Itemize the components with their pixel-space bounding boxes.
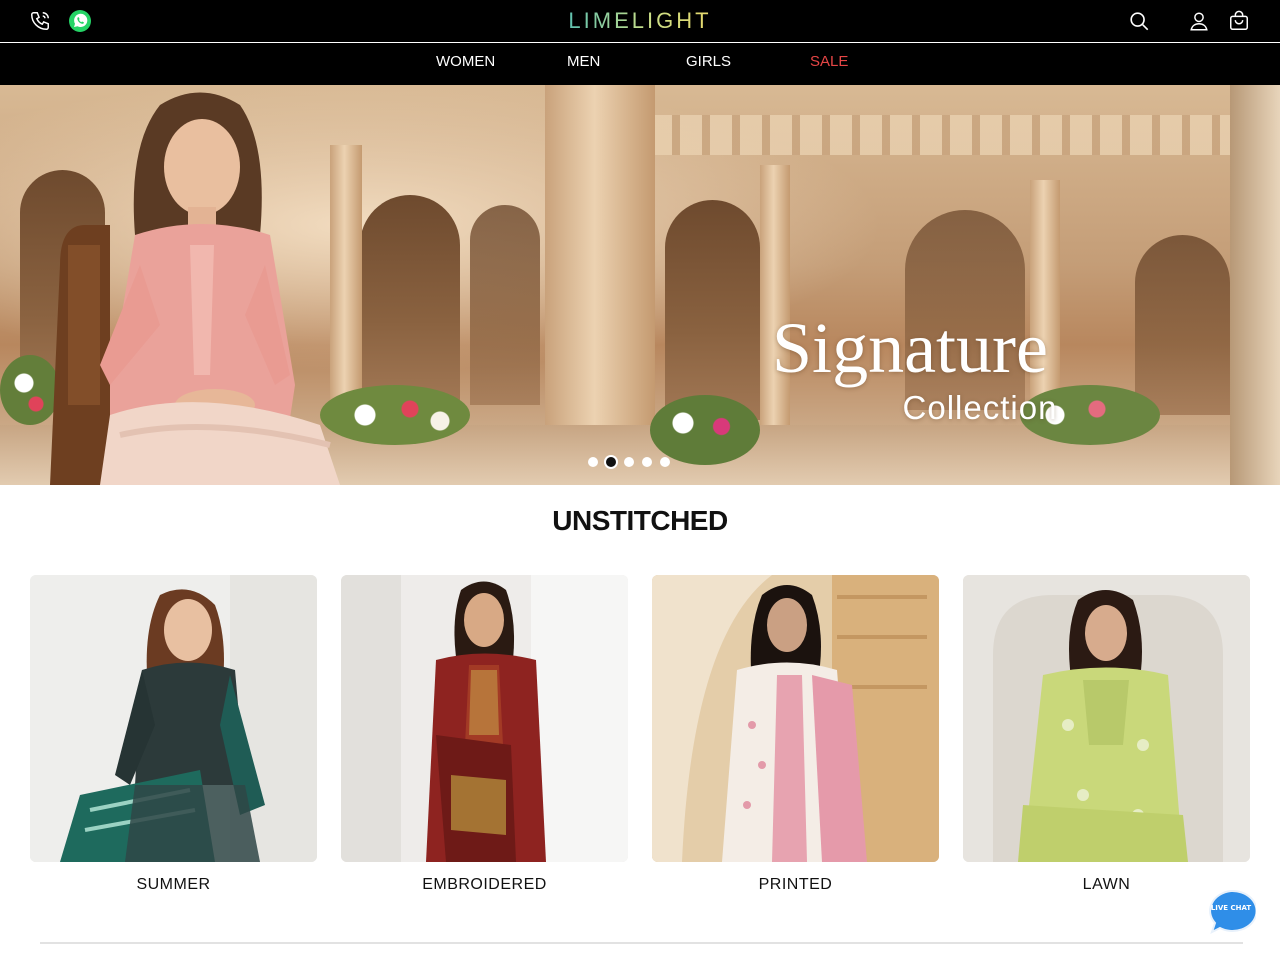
chat-bubble-icon [1209, 889, 1258, 934]
hero-arch [360, 195, 460, 405]
brand-logo-text: LIMELIGHT [568, 8, 712, 33]
hero-banner[interactable]: Signature Collection [0, 85, 1280, 485]
main-nav: WOMEN MEN GIRLS SALE [0, 43, 1280, 85]
hero-flowers [650, 395, 760, 465]
category-card-embroidered[interactable] [341, 575, 628, 862]
carousel-dots [588, 457, 670, 467]
lawn-product-image [963, 575, 1250, 862]
printed-product-image [652, 575, 939, 862]
hero-arch [1135, 235, 1230, 415]
carousel-dot-active[interactable] [606, 457, 616, 467]
embroidered-product-image [341, 575, 628, 862]
category-card-lawn[interactable] [963, 575, 1250, 862]
carousel-dot[interactable] [660, 457, 670, 467]
hero-arch [470, 205, 540, 405]
bag-icon[interactable] [1227, 9, 1251, 33]
section-divider [40, 942, 1243, 944]
summer-product-image [30, 575, 317, 862]
hero-title: Signature [772, 308, 1048, 388]
search-icon[interactable] [1127, 9, 1151, 33]
category-label-summer[interactable]: SUMMER [30, 876, 317, 894]
nav-item-women[interactable]: WOMEN [436, 43, 495, 85]
nav-item-men[interactable]: MEN [567, 43, 600, 85]
section-title: UNSTITCHED [552, 505, 728, 536]
top-bar: LIMELIGHT [0, 0, 1280, 42]
carousel-dot[interactable] [624, 457, 634, 467]
category-label-printed[interactable]: PRINTED [652, 876, 939, 894]
nav-item-girls[interactable]: GIRLS [686, 43, 731, 85]
brand-logo[interactable]: LIMELIGHT [556, 8, 724, 34]
live-chat-label: LIVE CHAT [1210, 904, 1252, 912]
category-card-printed[interactable] [652, 575, 939, 862]
hero-model-image [50, 92, 340, 485]
category-card-summer[interactable] [30, 575, 317, 862]
nav-item-sale[interactable]: SALE [810, 43, 848, 85]
user-icon[interactable] [1187, 9, 1211, 33]
live-chat-button[interactable]: LIVE CHAT [1206, 889, 1258, 934]
hero-subtitle: Collection [902, 389, 1058, 426]
hero-balcony [560, 115, 1230, 155]
phone-icon[interactable] [28, 9, 52, 33]
carousel-dot[interactable] [642, 457, 652, 467]
category-label-embroidered[interactable]: EMBROIDERED [341, 876, 628, 894]
whatsapp-icon[interactable] [68, 9, 92, 33]
hero-right-edge [1230, 85, 1280, 485]
carousel-dot[interactable] [588, 457, 598, 467]
